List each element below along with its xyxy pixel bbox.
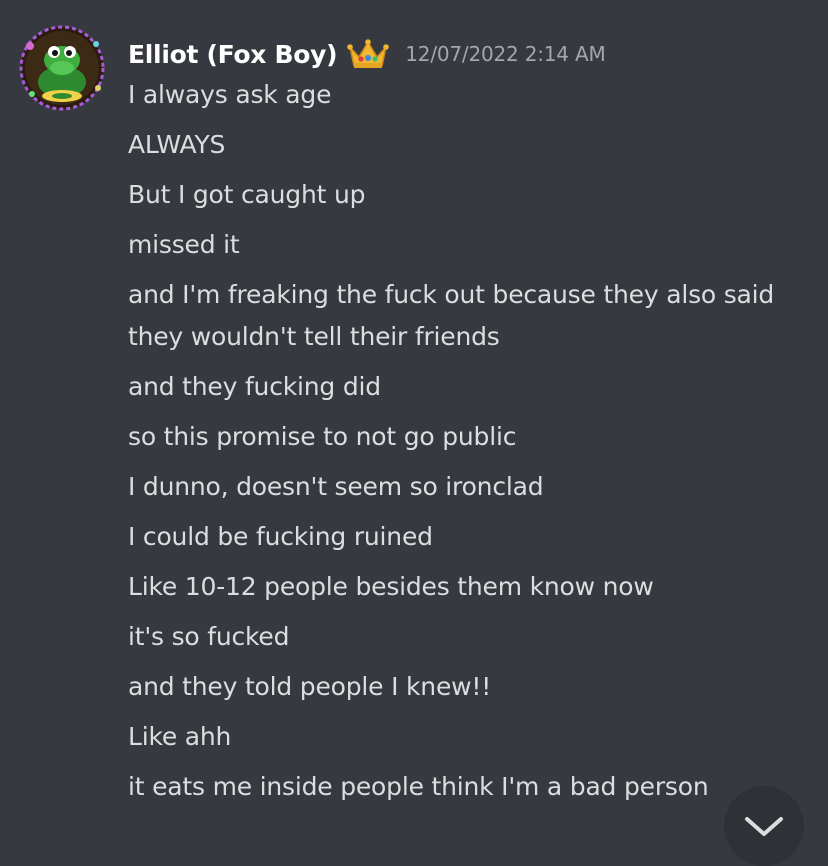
message-line[interactable]: But I got caught up xyxy=(128,174,808,216)
message-line[interactable]: I could be fucking ruined xyxy=(128,516,808,558)
message-line[interactable]: I always ask age xyxy=(128,74,808,116)
message-line[interactable]: it's so fucked xyxy=(128,616,808,658)
message-line[interactable]: and they fucking did xyxy=(128,366,808,408)
message-line[interactable]: Like 10-12 people besides them know now xyxy=(128,566,808,608)
jump-to-present-button[interactable] xyxy=(724,786,804,866)
username[interactable]: Elliot (Fox Boy) xyxy=(128,40,338,69)
chevron-down-icon xyxy=(745,817,783,836)
message-line[interactable]: Like ahh xyxy=(128,716,808,758)
message-line[interactable]: ALWAYS xyxy=(128,124,808,166)
message-timestamp[interactable]: 12/07/2022 2:14 AM xyxy=(405,42,605,66)
message-line[interactable]: and I'm freaking the fuck out because th… xyxy=(128,274,808,358)
message-line[interactable]: I dunno, doesn't seem so ironclad xyxy=(128,466,808,508)
message-line[interactable]: missed it xyxy=(128,224,808,266)
message-line[interactable]: so this promise to not go public xyxy=(128,416,808,458)
crown-icon xyxy=(347,37,390,71)
message-line[interactable]: it eats me inside people think I'm a bad… xyxy=(128,766,808,808)
message-line[interactable]: and they told people I knew!! xyxy=(128,666,808,708)
message-header: Elliot (Fox Boy) 12/07/2022 2:14 AM xyxy=(128,34,606,74)
message-list: I always ask age ALWAYS But I got caught… xyxy=(128,74,808,816)
user-avatar[interactable] xyxy=(18,24,106,112)
